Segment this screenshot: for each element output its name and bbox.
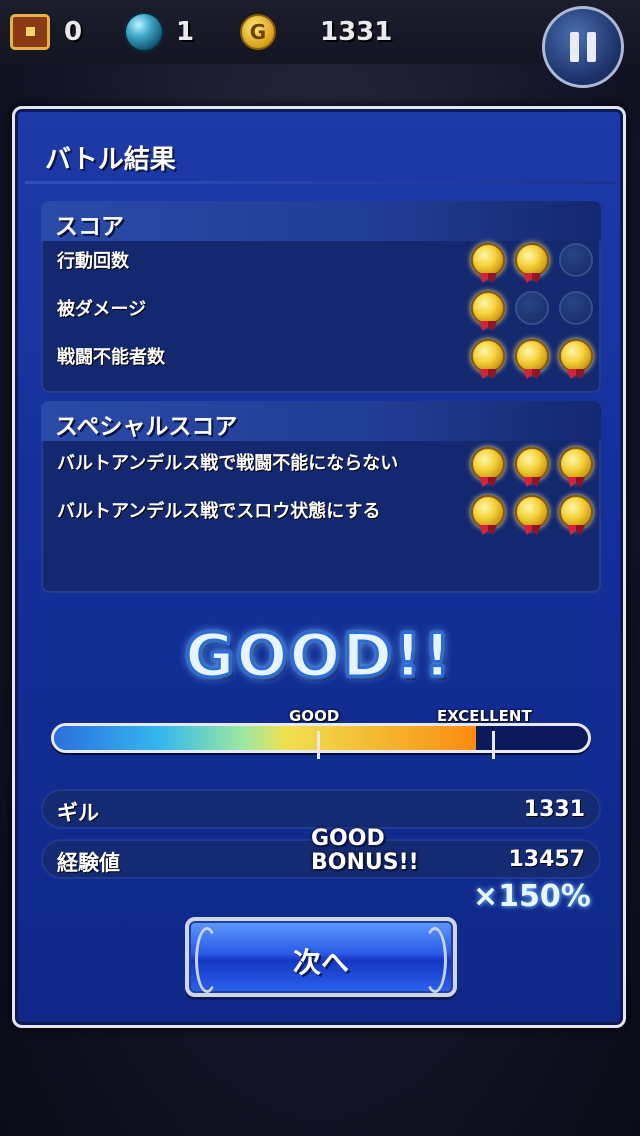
- treasure-chest-icon: [10, 14, 50, 50]
- medal-group: [471, 291, 597, 331]
- score-row-label: 戦闘不能者数: [57, 347, 165, 368]
- good-bonus-label: GOOD BONUS!!: [311, 827, 419, 875]
- good-marker: [317, 731, 320, 759]
- gil-value: 1331: [523, 797, 585, 822]
- score-box: スコア 行動回数 被ダメージ 戦闘不能者数: [41, 201, 601, 393]
- bonus-line-1: GOOD: [311, 826, 385, 851]
- gil-result-row: ギル 1331: [41, 789, 601, 829]
- excellent-marker: [492, 731, 495, 759]
- medal-icon: [559, 291, 593, 325]
- orb-count: 1: [176, 17, 195, 47]
- battle-result-panel: バトル結果 スコア 行動回数 被ダメージ 戦闘不能者数 スペシャルスコア バルト…: [12, 106, 626, 1028]
- medal-icon: [559, 339, 593, 373]
- medal-icon: [471, 339, 505, 373]
- medal-icon: [559, 243, 593, 277]
- chest-count: 0: [64, 17, 83, 47]
- pause-button[interactable]: [542, 6, 624, 88]
- score-row-label: 行動回数: [57, 251, 129, 272]
- medal-group: [471, 495, 597, 535]
- medal-icon: [515, 339, 549, 373]
- special-score-title: スペシャルスコア: [55, 414, 238, 440]
- score-header: スコア: [41, 201, 601, 241]
- next-button-label: 次へ: [292, 946, 349, 979]
- rank-gauge: [51, 723, 591, 753]
- special-row-label: バルトアンデルス戦でスロウ状態にする: [57, 501, 381, 522]
- medal-icon: [471, 495, 505, 529]
- medal-icon: [515, 291, 549, 325]
- gil-label: ギル: [57, 801, 99, 825]
- exp-multiplier: ×150%: [473, 879, 591, 914]
- bonus-line-2: BONUS!!: [311, 850, 419, 875]
- pause-icon-bar: [587, 32, 596, 62]
- orb-counter: 1: [126, 12, 194, 52]
- rank-text: GOOD!!: [184, 620, 453, 693]
- special-score-box: スペシャルスコア バルトアンデルス戦で戦闘不能にならない バルトアンデルス戦でス…: [41, 401, 601, 593]
- medal-group: [471, 339, 597, 379]
- medal-icon: [515, 447, 549, 481]
- good-threshold-label: GOOD: [289, 707, 340, 725]
- exp-label: 経験値: [57, 851, 120, 875]
- chest-counter: 0: [10, 12, 82, 52]
- medal-group: [471, 447, 597, 487]
- excellent-threshold-label: EXCELLENT: [437, 707, 532, 725]
- score-title: スコア: [55, 214, 124, 240]
- exp-value: 13457: [508, 847, 585, 872]
- special-score-header: スペシャルスコア: [41, 401, 601, 441]
- medal-icon: [471, 447, 505, 481]
- pause-icon-bar: [570, 32, 579, 62]
- medal-icon: [559, 447, 593, 481]
- gil-coin-icon: G: [240, 14, 276, 50]
- medal-icon: [515, 495, 549, 529]
- medal-icon: [515, 243, 549, 277]
- orb-icon: [126, 14, 162, 50]
- medal-icon: [471, 291, 505, 325]
- medal-icon: [471, 243, 505, 277]
- gil-count: 1331: [320, 17, 393, 47]
- special-row-label: バルトアンデルス戦で戦闘不能にならない: [57, 453, 399, 474]
- rank-gauge-fill: [54, 726, 476, 750]
- medal-group: [471, 243, 597, 283]
- title-divider: [25, 181, 615, 184]
- gil-counter: G 1331: [240, 12, 392, 52]
- score-row-label: 被ダメージ: [57, 299, 147, 320]
- next-button[interactable]: 次へ: [185, 917, 457, 997]
- medal-icon: [559, 495, 593, 529]
- panel-title: バトル結果: [45, 145, 176, 175]
